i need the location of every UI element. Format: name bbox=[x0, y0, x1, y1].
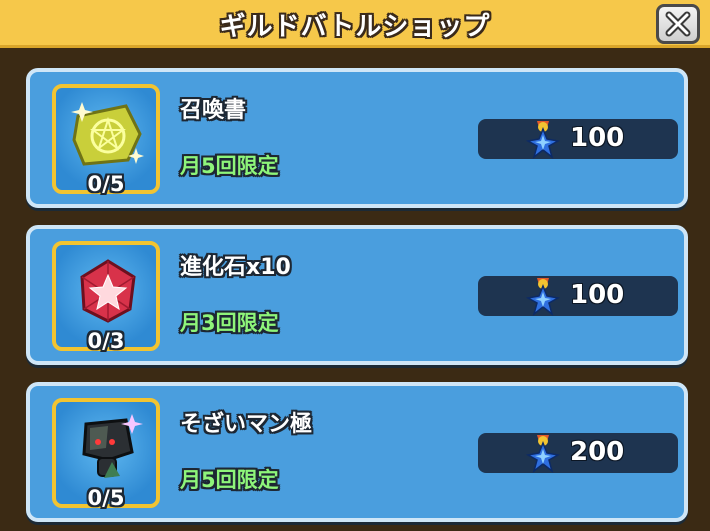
shop-title: ギルドバトルショップ bbox=[219, 12, 491, 42]
buy-button[interactable]: 100 bbox=[478, 276, 678, 316]
guild-medal-icon bbox=[525, 278, 561, 316]
close-icon bbox=[665, 11, 691, 37]
shop-item-material-man[interactable]: 0/5 そざいマン極 月5回限定 200 bbox=[26, 382, 688, 522]
shop-header: ギルドバトルショップ bbox=[0, 0, 710, 48]
material-man-icon bbox=[82, 414, 143, 478]
shop-item-evolution-stone[interactable]: 0/3 進化石x10 月3回限定 100 bbox=[26, 225, 688, 365]
close-button[interactable] bbox=[656, 4, 700, 44]
purchase-limit: 月3回限定 bbox=[180, 311, 279, 335]
purchase-limit: 月5回限定 bbox=[180, 154, 279, 178]
buy-button[interactable]: 200 bbox=[478, 433, 678, 473]
item-name: 進化石x10 bbox=[180, 255, 291, 280]
item-frame: 0/5 bbox=[52, 398, 160, 510]
price-value: 100 bbox=[570, 123, 625, 153]
item-name: 召喚書 bbox=[180, 98, 247, 123]
price-value: 100 bbox=[570, 280, 625, 310]
item-name: そざいマン極 bbox=[180, 412, 313, 437]
buy-button[interactable]: 100 bbox=[478, 119, 678, 159]
stock-count: 0/5 bbox=[87, 172, 125, 196]
guild-medal-icon bbox=[525, 121, 561, 159]
item-frame: 0/5 bbox=[52, 84, 160, 196]
summon-scroll-icon bbox=[71, 102, 144, 166]
guild-medal-icon bbox=[525, 435, 561, 473]
purchase-limit: 月5回限定 bbox=[180, 468, 279, 492]
stock-count: 0/5 bbox=[87, 486, 125, 510]
item-frame: 0/3 bbox=[52, 241, 160, 353]
shop-item-summon-book[interactable]: 0/5 召喚書 月5回限定 100 bbox=[26, 68, 688, 208]
evolution-stone-icon bbox=[80, 259, 136, 323]
stock-count: 0/3 bbox=[87, 329, 125, 353]
price-value: 200 bbox=[570, 437, 625, 467]
